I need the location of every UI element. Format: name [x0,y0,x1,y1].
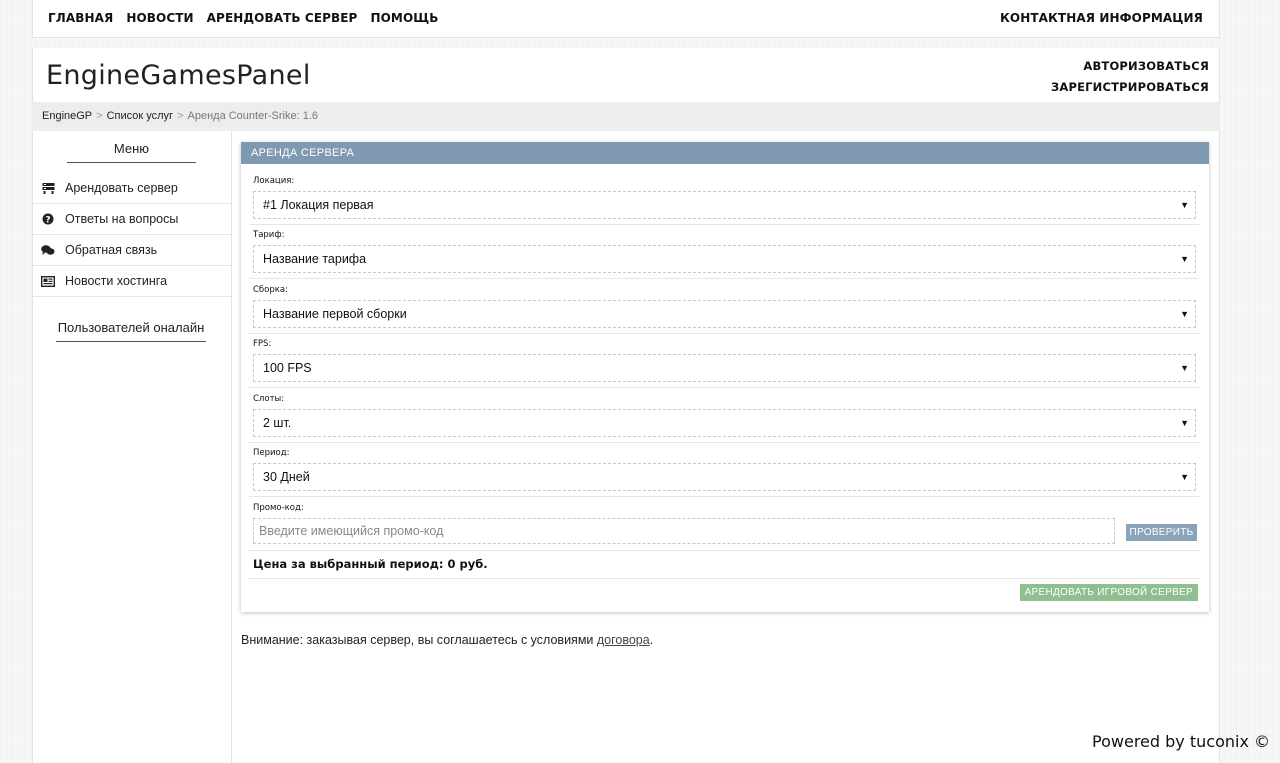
rent-server-button[interactable]: АРЕНДОВАТЬ ИГРОВОЙ СЕРВЕР [1019,584,1198,601]
slots-select[interactable]: 2 шт. ▼ [253,409,1196,437]
notice-text: Внимание: заказывая сервер, вы соглашает… [241,633,597,647]
fps-select[interactable]: 100 FPS ▼ [253,354,1196,382]
site-logo[interactable]: EngineGamesPanel [46,60,311,91]
dropdown-arrow-icon: ▼ [1180,472,1189,482]
notice-suffix: . [649,633,654,647]
sidebar-item-rent-server[interactable]: Арендовать сервер [32,173,231,204]
page-wrapper: ГЛАВНАЯ НОВОСТИ АРЕНДОВАТЬ СЕРВЕР ПОМОЩЬ… [32,0,1220,763]
nav-link-home[interactable]: ГЛАВНАЯ [48,11,113,25]
build-select[interactable]: Название первой сборки ▼ [253,300,1196,328]
field-promo: Промо-код: Введите имеющийся промо-код П… [249,497,1199,551]
select-value: Название первой сборки [263,307,407,321]
site-header: EngineGamesPanel АВТОРИЗОВАТЬСЯ ЗАРЕГИСТ… [32,48,1220,102]
select-value: 30 Дней [263,470,310,484]
nav-link-contact[interactable]: КОНТАКТНАЯ ИНФОРМАЦИЯ [1000,11,1203,25]
check-promo-button[interactable]: ПРОВЕРИТЬ [1126,524,1197,541]
terms-notice: Внимание: заказывая сервер, вы соглашает… [241,633,653,647]
svg-text:?: ? [45,215,50,225]
sidebar-menu: Арендовать сервер ? Ответы на вопросы Об… [32,173,231,297]
field-label: FPS: [253,339,272,349]
newspaper-icon [41,274,55,288]
auth-links: АВТОРИЗОВАТЬСЯ ЗАРЕГИСТРИРОВАТЬСЯ [1051,56,1209,98]
breadcrumb-separator-icon: > [177,110,184,122]
promo-code-input[interactable]: Введите имеющийся промо-код [253,518,1115,544]
dropdown-arrow-icon: ▼ [1180,418,1189,428]
field-label: Тариф: [253,230,285,240]
sidebar-item-label: Новости хостинга [65,274,168,288]
nav-link-news[interactable]: НОВОСТИ [126,11,193,25]
top-nav-links: ГЛАВНАЯ НОВОСТИ АРЕНДОВАТЬ СЕРВЕР ПОМОЩЬ [48,11,439,25]
dropdown-arrow-icon: ▼ [1180,309,1189,319]
sidebar-item-news[interactable]: Новости хостинга [32,266,231,297]
breadcrumb-separator-icon: > [96,110,103,122]
field-build: Сборка: Название первой сборки ▼ [249,279,1199,334]
dropdown-arrow-icon: ▼ [1180,254,1189,264]
nav-link-rent-server[interactable]: АРЕНДОВАТЬ СЕРВЕР [207,11,358,25]
top-navigation: ГЛАВНАЯ НОВОСТИ АРЕНДОВАТЬ СЕРВЕР ПОМОЩЬ… [32,0,1220,38]
breadcrumb-item-services[interactable]: Список услуг [107,110,173,122]
breadcrumb: EngineGP > Список услуг > Аренда Counter-Sri… [32,102,1220,131]
chat-bubbles-icon [41,243,55,257]
select-value: #1 Локация первая [263,198,374,212]
field-tariff: Тариф: Название тарифа ▼ [249,224,1199,279]
register-link[interactable]: ЗАРЕГИСТРИРОВАТЬСЯ [1051,77,1209,98]
sidebar-item-faq[interactable]: ? Ответы на вопросы [32,204,231,235]
field-label: Локация: [253,176,295,186]
panel-title: АРЕНДА СЕРВЕРА [241,142,1209,164]
sidebar-item-label: Обратная связь [65,243,158,257]
nav-link-help[interactable]: ПОМОЩЬ [370,11,438,25]
sidebar-title: Меню [67,141,196,163]
field-label: Сборка: [253,285,288,295]
field-fps: FPS: 100 FPS ▼ [249,333,1199,388]
breadcrumb-item-home[interactable]: EngineGP [42,110,92,122]
field-slots: Слоты: 2 шт. ▼ [249,388,1199,443]
select-value: 100 FPS [263,361,312,375]
sidebar-item-label: Ответы на вопросы [65,212,179,226]
select-value: 2 шт. [263,416,292,430]
field-label: Период: [253,448,290,458]
rent-server-panel: АРЕНДА СЕРВЕРА Локация: #1 Локация перва… [241,142,1209,612]
sidebar-item-feedback[interactable]: Обратная связь [32,235,231,266]
online-users-title: Пользователей оналайн [56,320,206,342]
dropdown-arrow-icon: ▼ [1180,363,1189,373]
field-location: Локация: #1 Локация первая ▼ [249,170,1199,225]
period-select[interactable]: 30 Дней ▼ [253,463,1196,491]
server-icon [41,181,55,195]
question-circle-icon: ? [41,212,55,226]
field-period: Период: 30 Дней ▼ [249,442,1199,497]
powered-by-text: Powered by tuconix © [1092,732,1270,751]
field-label: Промо-код: [253,503,304,513]
location-select[interactable]: #1 Локация первая ▼ [253,191,1196,219]
login-link[interactable]: АВТОРИЗОВАТЬСЯ [1051,56,1209,77]
contract-link[interactable]: договора [597,633,650,647]
dropdown-arrow-icon: ▼ [1180,200,1189,210]
select-value: Название тарифа [263,252,367,266]
breadcrumb-item-current: Аренда Counter-Srike: 1.6 [187,110,319,122]
field-label: Слоты: [253,394,285,404]
price-text: Цена за выбранный период: 0 руб. [253,557,488,571]
sidebar: Меню Арендовать сервер ? Ответы на вопро… [32,131,232,763]
sidebar-item-label: Арендовать сервер [65,181,178,195]
tariff-select[interactable]: Название тарифа ▼ [253,245,1196,273]
